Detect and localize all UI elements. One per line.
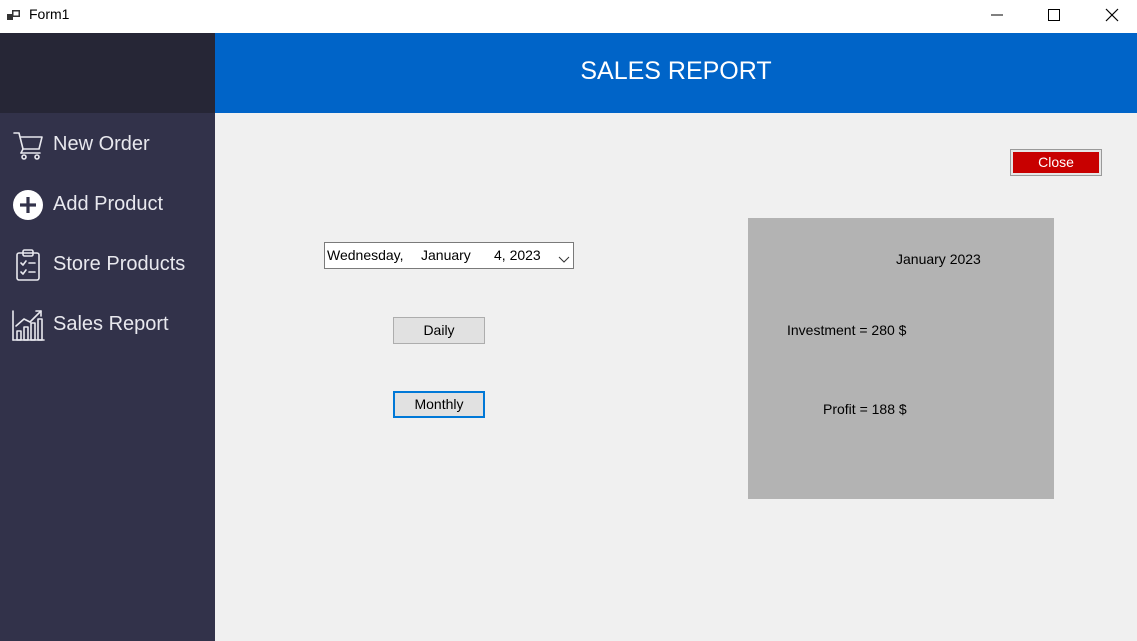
sidebar-item-label: Add Product [53,193,164,215]
maximize-icon [1048,9,1060,21]
sidebar-item-sales-report[interactable]: Sales Report [0,301,215,349]
chevron-down-icon[interactable] [558,251,570,267]
report-period: January 2023 [896,251,981,267]
window-titlebar[interactable]: Form1 [0,0,1137,33]
clipboard-check-icon [11,247,45,281]
monthly-button[interactable]: Monthly [393,391,485,418]
sidebar-item-add-product[interactable]: Add Product [0,181,215,229]
close-icon [1105,8,1119,22]
close-button[interactable]: Close [1010,149,1102,176]
date-month: January [421,247,471,263]
cart-icon [11,127,45,161]
date-weekday: Wednesday, [327,247,404,263]
report-investment: Investment = 280 $ [787,322,907,338]
page-header: SALES REPORT [215,33,1137,113]
maximize-button[interactable] [1025,0,1083,30]
date-day-year: 4, 2023 [494,247,541,263]
minimize-icon [991,14,1003,16]
window-title: Form1 [29,6,70,22]
sidebar: New Order Add Product Store Products Sal… [0,33,215,641]
sidebar-item-label: New Order [53,133,150,155]
report-profit: Profit = 188 $ [823,401,907,417]
daily-button[interactable]: Daily [393,317,485,344]
sidebar-item-store-products[interactable]: Store Products [0,241,215,289]
sidebar-item-label: Store Products [53,253,186,275]
app-icon [6,8,22,24]
close-button-label: Close [1013,152,1099,173]
sidebar-logo-area [0,33,215,113]
sidebar-item-label: Sales Report [53,313,169,335]
plus-circle-icon [11,187,45,221]
sidebar-item-new-order[interactable]: New Order [0,121,215,169]
page-title: SALES REPORT [580,57,772,85]
minimize-button[interactable] [968,0,1026,30]
report-panel: January 2023 Investment = 280 $ Profit =… [748,218,1054,499]
chart-icon [11,307,45,341]
date-picker[interactable]: Wednesday, January 4, 2023 [324,242,574,269]
window-close-button[interactable] [1083,0,1137,30]
